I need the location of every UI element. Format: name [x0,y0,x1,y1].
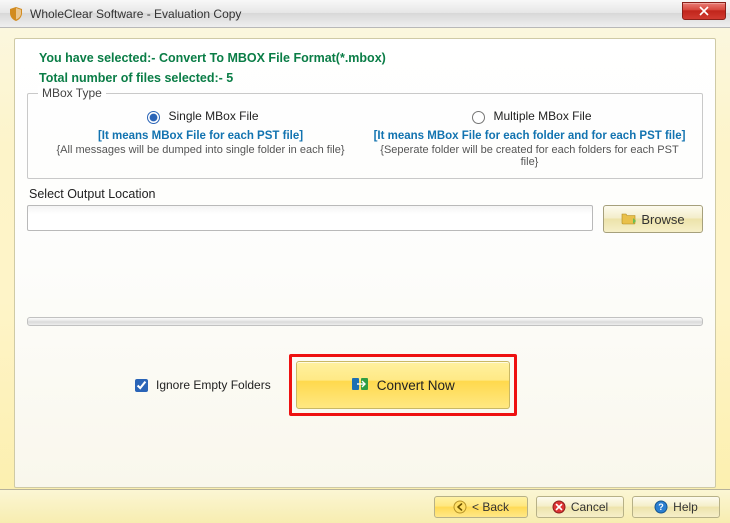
window-close-button[interactable] [682,2,726,20]
convert-icon [351,375,369,396]
file-count-info: Total number of files selected:- 5 [39,71,703,85]
mbox-type-legend: MBox Type [38,86,106,100]
ignore-empty-label: Ignore Empty Folders [156,378,271,392]
wizard-bar: < Back Cancel ? Help [0,489,730,523]
window-title: WholeClear Software - Evaluation Copy [30,7,682,21]
multiple-mbox-desc-bold: [It means MBox File for each folder and … [371,130,688,142]
convert-now-label: Convert Now [377,378,455,393]
single-mbox-radio-input[interactable] [147,111,160,124]
single-mbox-radio[interactable]: Single MBox File [142,108,258,124]
output-location-label: Select Output Location [29,187,703,201]
help-icon: ? [654,500,668,514]
progress-placeholder [27,317,703,326]
help-button-label: Help [673,500,698,514]
single-mbox-desc-bold: [It means MBox File for each PST file] [42,130,359,142]
multiple-mbox-desc-small: {Seperate folder will be created for eac… [371,144,688,168]
single-mbox-label: Single MBox File [168,109,258,123]
browse-button[interactable]: Browse [603,205,703,233]
output-location-input[interactable] [27,205,593,231]
ignore-empty-checkbox-input[interactable] [135,379,148,392]
back-button-label: < Back [472,500,509,514]
convert-now-button[interactable]: Convert Now [296,361,510,409]
mbox-type-group: MBox Type Single MBox File [It means MBo… [27,93,703,179]
client-area: You have selected:- Convert To MBOX File… [0,28,730,523]
svg-text:?: ? [658,502,664,512]
selection-info: You have selected:- Convert To MBOX File… [39,51,703,65]
browse-button-label: Browse [641,212,684,227]
ignore-empty-checkbox[interactable]: Ignore Empty Folders [131,376,271,395]
single-mbox-desc-small: {All messages will be dumped into single… [42,144,359,156]
app-icon [8,6,24,22]
convert-highlight: Convert Now [289,354,517,416]
multiple-mbox-radio[interactable]: Multiple MBox File [467,108,591,124]
wizard-page: You have selected:- Convert To MBOX File… [14,38,716,488]
multiple-mbox-label: Multiple MBox File [493,109,591,123]
cancel-button[interactable]: Cancel [536,496,624,518]
cancel-icon [552,500,566,514]
back-button[interactable]: < Back [434,496,528,518]
folder-icon [621,211,637,228]
title-bar: WholeClear Software - Evaluation Copy [0,0,730,28]
cancel-button-label: Cancel [571,500,608,514]
back-icon [453,500,467,514]
help-button[interactable]: ? Help [632,496,720,518]
multiple-mbox-radio-input[interactable] [472,111,485,124]
